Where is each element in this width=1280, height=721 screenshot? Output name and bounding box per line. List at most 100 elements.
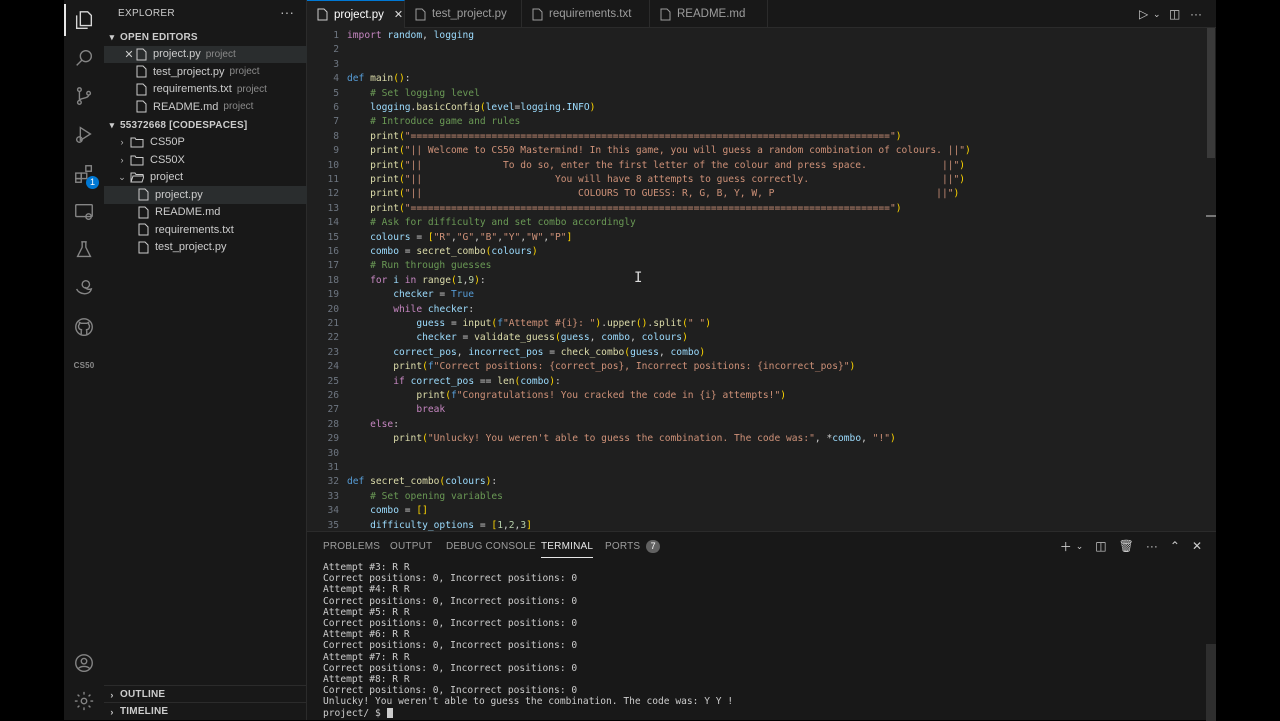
code-line[interactable]: print("=================================… bbox=[347, 203, 901, 214]
chevron-right-icon: › bbox=[110, 689, 114, 700]
close-icon[interactable]: ✕ bbox=[394, 8, 403, 21]
maximize-panel-icon[interactable]: ⌃ bbox=[1170, 539, 1180, 553]
chevron-right-icon: › bbox=[110, 706, 114, 717]
bottom-panel: PROBLEMS OUTPUT DEBUG CONSOLE TERMINAL P… bbox=[307, 531, 1216, 721]
tab-test-project-py[interactable]: test_project.py bbox=[405, 0, 522, 28]
code-line[interactable]: while checker: bbox=[347, 304, 474, 315]
code-line[interactable]: break bbox=[347, 404, 445, 415]
code-line[interactable]: # Set logging level bbox=[347, 88, 480, 99]
extensions-icon[interactable]: 1 bbox=[64, 154, 104, 194]
timeline-section[interactable]: › TIMELINE bbox=[104, 702, 307, 720]
tab-terminal[interactable]: TERMINAL bbox=[541, 532, 594, 560]
folder-item[interactable]: › CS50X bbox=[104, 151, 307, 169]
tab-ports[interactable]: PORTS 7 bbox=[605, 532, 661, 560]
more-actions-icon[interactable]: ··· bbox=[1190, 0, 1202, 28]
line-number: 35 bbox=[327, 519, 339, 531]
tab-requirements-txt[interactable]: requirements.txt bbox=[522, 0, 650, 28]
code-line[interactable]: for i in range(1,9): bbox=[347, 275, 486, 286]
testing-icon[interactable] bbox=[64, 230, 104, 270]
code-line[interactable]: guess = input(f"Attempt #{i}: ").upper()… bbox=[347, 318, 711, 329]
code-line[interactable]: print("|| Welcome to CS50 Mastermind! In… bbox=[347, 145, 971, 156]
workspace-section[interactable]: ▾ 55372668 [CODESPACES] bbox=[104, 116, 307, 134]
code-line[interactable]: # Run through guesses bbox=[347, 260, 491, 271]
close-icon[interactable]: ✕ bbox=[122, 48, 136, 61]
code-line[interactable]: print("=================================… bbox=[347, 131, 901, 142]
file-item[interactable]: README.md bbox=[104, 204, 307, 222]
tab-readme-md[interactable]: README.md bbox=[650, 0, 768, 28]
scroll-position-marker bbox=[1206, 215, 1216, 217]
code-line[interactable]: print("|| You will have 8 attempts to gu… bbox=[347, 174, 965, 185]
code-line[interactable]: print(f"Congratulations! You cracked the… bbox=[347, 390, 786, 401]
ducky-icon[interactable] bbox=[64, 268, 104, 308]
open-editor-item[interactable]: README.md project bbox=[104, 98, 307, 116]
terminal-line: Attempt #5: R R bbox=[323, 606, 410, 618]
code-line[interactable]: logging.basicConfig(level=logging.INFO) bbox=[347, 102, 595, 113]
code-line[interactable]: print("|| To do so, enter the first lett… bbox=[347, 160, 965, 171]
source-control-icon[interactable] bbox=[64, 76, 104, 116]
code-line[interactable]: else: bbox=[347, 419, 399, 430]
account-icon[interactable] bbox=[64, 643, 104, 683]
split-terminal-icon[interactable]: ◫ bbox=[1095, 539, 1106, 553]
trash-icon[interactable]: 🗑 bbox=[1119, 539, 1134, 553]
folder-item[interactable]: ⌄ project bbox=[104, 169, 307, 187]
code-line[interactable]: print(f"Correct positions: {correct_pos}… bbox=[347, 361, 855, 372]
open-editor-item[interactable]: requirements.txt project bbox=[104, 81, 307, 99]
run-debug-icon[interactable] bbox=[64, 114, 104, 154]
code-line[interactable]: print("|| COLOURS TO GUESS: R, G, B, Y, … bbox=[347, 188, 959, 199]
outline-section[interactable]: › OUTLINE bbox=[104, 685, 307, 703]
tab-debug-console[interactable]: DEBUG CONSOLE bbox=[446, 532, 536, 560]
code-line[interactable]: correct_pos, incorrect_pos = check_combo… bbox=[347, 347, 705, 358]
code-line[interactable]: difficulty_options = [1,2,3] bbox=[347, 520, 532, 531]
tab-problems[interactable]: PROBLEMS bbox=[323, 532, 380, 560]
code-line[interactable]: # Set opening variables bbox=[347, 491, 503, 502]
line-number: 19 bbox=[327, 289, 339, 301]
chevron-down-icon[interactable]: ⌄ bbox=[1153, 0, 1161, 28]
github-icon[interactable] bbox=[64, 307, 104, 347]
cs50-icon[interactable]: CS50 bbox=[64, 345, 104, 385]
file-item[interactable]: project.py bbox=[104, 186, 307, 204]
folder-item[interactable]: › CS50P bbox=[104, 134, 307, 152]
code-line[interactable]: # Ask for difficulty and set combo accor… bbox=[347, 217, 636, 228]
file-item[interactable]: requirements.txt bbox=[104, 221, 307, 239]
ports-badge: 7 bbox=[646, 539, 661, 553]
code-line[interactable]: combo = [] bbox=[347, 505, 428, 516]
open-editor-item[interactable]: ✕ project.py project bbox=[104, 45, 307, 63]
code-line[interactable]: combo = secret_combo(colours) bbox=[347, 246, 538, 257]
terminal-line: Attempt #7: R R bbox=[323, 651, 410, 663]
close-panel-icon[interactable]: ✕ bbox=[1192, 539, 1202, 553]
run-python-icon[interactable]: ▷ bbox=[1139, 0, 1148, 28]
open-editor-item[interactable]: test_project.py project bbox=[104, 63, 307, 81]
code-line[interactable]: colours = ["R","G","B","Y","W","P"] bbox=[347, 232, 572, 243]
explorer-title: EXPLORER bbox=[118, 8, 175, 19]
search-icon[interactable] bbox=[64, 38, 104, 78]
code-line[interactable]: def secret_combo(colours): bbox=[347, 476, 497, 487]
code-editor[interactable]: 1 import random, logging 2 3 4 def main(): 5 #… bbox=[307, 28, 1216, 531]
terminal-scrollbar[interactable] bbox=[1206, 644, 1216, 721]
line-number: 11 bbox=[327, 174, 339, 185]
chevron-down-icon[interactable]: ⌄ bbox=[1076, 541, 1084, 552]
code-line[interactable]: def main(): bbox=[347, 73, 411, 84]
code-line[interactable]: print("Unlucky! You weren't able to gues… bbox=[347, 433, 896, 444]
explorer-more-icon[interactable]: ··· bbox=[280, 4, 294, 20]
line-number: 29 bbox=[327, 433, 339, 445]
code-line[interactable]: if correct_pos == len(combo): bbox=[347, 376, 561, 387]
code-line[interactable]: checker = True bbox=[347, 289, 474, 300]
tab-output[interactable]: OUTPUT bbox=[390, 532, 432, 560]
line-number: 32 bbox=[327, 476, 339, 488]
line-number: 12 bbox=[327, 188, 339, 200]
split-editor-icon[interactable]: ◫ bbox=[1169, 0, 1180, 28]
explorer-icon[interactable] bbox=[64, 0, 104, 40]
more-actions-icon[interactable]: ··· bbox=[1146, 539, 1158, 553]
remote-explorer-icon[interactable] bbox=[64, 192, 104, 232]
settings-gear-icon[interactable] bbox=[64, 681, 104, 721]
open-editors-section[interactable]: ▾ OPEN EDITORS bbox=[104, 28, 307, 46]
editor-scroll-thumb[interactable] bbox=[1207, 28, 1215, 158]
tab-project-py[interactable]: project.py ✕ bbox=[307, 0, 405, 28]
terminal-prompt[interactable]: project/ $ bbox=[323, 707, 393, 719]
line-number: 15 bbox=[327, 231, 339, 243]
code-line[interactable]: import random, logging bbox=[347, 30, 474, 41]
code-line[interactable]: checker = validate_guess(guess, combo, c… bbox=[347, 332, 688, 343]
code-line[interactable]: # Introduce game and rules bbox=[347, 116, 520, 127]
file-item[interactable]: test_project.py bbox=[104, 239, 307, 257]
new-terminal-icon[interactable]: ＋ bbox=[1060, 538, 1072, 555]
